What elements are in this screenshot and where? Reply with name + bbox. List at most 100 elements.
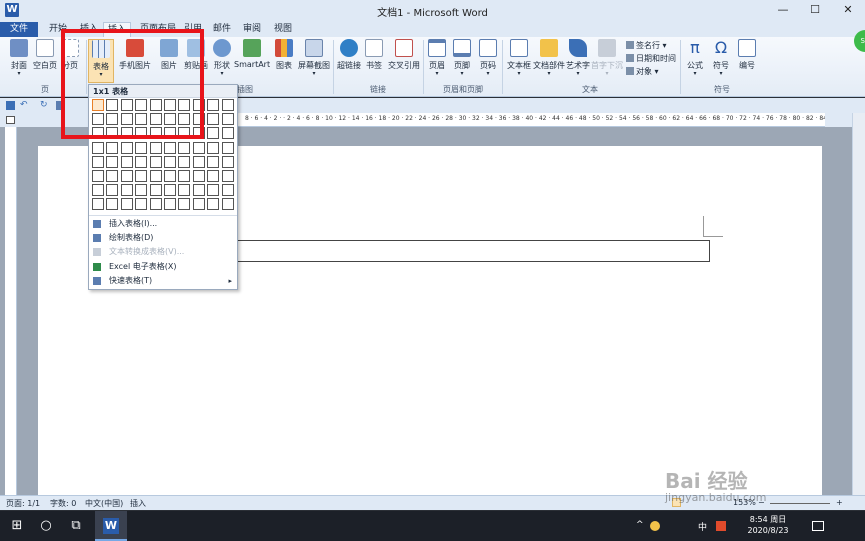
search-button[interactable]: ○ bbox=[34, 511, 58, 541]
table-grid-cell[interactable] bbox=[164, 141, 176, 154]
table-grid-cell[interactable] bbox=[106, 155, 119, 168]
table-grid-cell[interactable] bbox=[92, 113, 104, 126]
table-grid-cell[interactable] bbox=[106, 113, 119, 126]
wordart-button[interactable]: 艺术字 ▾ bbox=[565, 39, 591, 83]
table-grid-cell[interactable] bbox=[135, 113, 148, 126]
symbol-button[interactable]: Ω 符号 ▾ bbox=[710, 39, 732, 83]
save-icon[interactable] bbox=[6, 101, 15, 110]
object-button[interactable]: 对象 ▾ bbox=[626, 66, 659, 77]
inserted-table[interactable] bbox=[160, 240, 710, 262]
table-grid-cell[interactable] bbox=[207, 155, 220, 168]
table-grid-cell[interactable] bbox=[221, 141, 234, 154]
table-grid-cell[interactable] bbox=[221, 99, 234, 111]
screenshot-button[interactable]: 屏幕截图 ▾ bbox=[296, 39, 332, 83]
table-grid-cell[interactable] bbox=[120, 155, 133, 168]
table-grid-cell[interactable] bbox=[221, 170, 234, 182]
table-grid-cell[interactable] bbox=[178, 99, 191, 111]
footer-button[interactable]: 页脚 ▾ bbox=[451, 39, 473, 83]
table-grid-cell[interactable] bbox=[221, 127, 234, 140]
table-grid-cell[interactable] bbox=[164, 127, 176, 140]
table-grid-cell[interactable] bbox=[120, 99, 133, 111]
number-button[interactable]: 编号 bbox=[736, 39, 758, 83]
clipart-button[interactable]: 剪贴画 bbox=[182, 39, 210, 83]
blank-page-button[interactable]: 空白页 bbox=[32, 39, 58, 83]
page-count[interactable]: 页面: 1/1 bbox=[6, 498, 40, 509]
table-grid-cell[interactable] bbox=[149, 141, 162, 154]
table-grid-cell[interactable] bbox=[92, 127, 104, 140]
table-grid-cell[interactable] bbox=[178, 113, 191, 126]
table-grid-cell[interactable] bbox=[221, 184, 234, 197]
cover-page-button[interactable]: 封面 ▾ bbox=[6, 39, 32, 83]
table-grid-cell[interactable] bbox=[164, 170, 176, 182]
maximize-button[interactable]: ☐ bbox=[799, 0, 831, 21]
table-grid-cell[interactable] bbox=[192, 127, 205, 140]
table-grid-cell[interactable] bbox=[106, 127, 119, 140]
date-time-button[interactable]: 日期和时间 bbox=[626, 53, 676, 64]
tab-home[interactable]: 开始 bbox=[45, 22, 71, 37]
tab-review[interactable]: 审阅 bbox=[239, 22, 265, 37]
table-grid-cell[interactable] bbox=[164, 198, 176, 211]
table-grid-cell[interactable] bbox=[106, 170, 119, 182]
table-grid-cell[interactable] bbox=[92, 170, 104, 182]
shapes-button[interactable]: 形状 ▾ bbox=[210, 39, 234, 83]
table-grid-cell[interactable] bbox=[120, 170, 133, 182]
minimize-button[interactable]: — bbox=[767, 0, 799, 21]
page-break-button[interactable]: 分页 bbox=[58, 39, 82, 83]
table-grid-cell[interactable] bbox=[149, 155, 162, 168]
table-grid-cell[interactable] bbox=[92, 184, 104, 197]
table-grid-cell[interactable] bbox=[106, 198, 119, 211]
table-grid-cell[interactable] bbox=[106, 184, 119, 197]
ime-indicator[interactable]: 中 bbox=[698, 520, 707, 533]
clock[interactable]: 8:54 周日 2020/8/23 bbox=[743, 514, 793, 536]
excel-spreadsheet-menu-item[interactable]: Excel 电子表格(X) bbox=[89, 260, 237, 274]
table-grid-cell[interactable] bbox=[106, 99, 119, 111]
tab-page-layout[interactable]: 页面布局 bbox=[136, 22, 180, 37]
insert-table-menu-item[interactable]: 插入表格(I)... bbox=[89, 217, 237, 231]
table-grid-cell[interactable] bbox=[135, 198, 148, 211]
insert-mode[interactable]: 插入 bbox=[130, 498, 146, 509]
language-indicator[interactable]: 中文(中国) bbox=[85, 498, 123, 509]
table-grid-cell[interactable] bbox=[178, 127, 191, 140]
table-grid-cell[interactable] bbox=[149, 99, 162, 111]
phone-picture-button[interactable]: 手机图片 bbox=[118, 39, 152, 83]
table-grid-cell[interactable] bbox=[178, 155, 191, 168]
drop-cap-button[interactable]: 首字下沉 ▾ bbox=[591, 39, 623, 83]
tab-view[interactable]: 视图 bbox=[270, 22, 296, 37]
table-grid-cell[interactable] bbox=[149, 113, 162, 126]
table-grid-cell[interactable] bbox=[192, 184, 205, 197]
table-grid-cell[interactable] bbox=[135, 127, 148, 140]
table-grid-cell[interactable] bbox=[135, 99, 148, 111]
table-grid-cell[interactable] bbox=[221, 113, 234, 126]
textbox-button[interactable]: 文本框 ▾ bbox=[505, 39, 533, 83]
quick-tables-menu-item[interactable]: 快速表格(T) ▸ bbox=[89, 274, 237, 288]
table-grid-cell[interactable] bbox=[207, 113, 220, 126]
table-grid-cell[interactable] bbox=[135, 170, 148, 182]
task-view-button[interactable]: ⧉ bbox=[64, 511, 88, 541]
table-grid-cell[interactable] bbox=[192, 113, 205, 126]
table-grid-cell[interactable] bbox=[178, 170, 191, 182]
table-grid-cell[interactable] bbox=[135, 141, 148, 154]
table-grid-cell[interactable] bbox=[192, 155, 205, 168]
sogou-ime-icon[interactable] bbox=[716, 521, 726, 531]
table-button[interactable]: 表格 ▾ bbox=[88, 39, 114, 83]
hyperlink-button[interactable]: 超链接 bbox=[335, 39, 363, 83]
table-grid-cell[interactable] bbox=[164, 99, 176, 111]
table-grid-cell[interactable] bbox=[92, 141, 104, 154]
vertical-scrollbar[interactable] bbox=[852, 113, 865, 495]
draw-table-menu-item[interactable]: 绘制表格(D) bbox=[89, 231, 237, 245]
tab-file[interactable]: 文件 bbox=[0, 22, 38, 37]
start-button[interactable]: ⊞ bbox=[5, 511, 29, 541]
table-grid-cell[interactable] bbox=[207, 127, 220, 140]
tray-app-icon[interactable] bbox=[650, 521, 660, 531]
table-grid-cell[interactable] bbox=[221, 198, 234, 211]
table-grid-cell[interactable] bbox=[106, 141, 119, 154]
tab-insert[interactable]: 插入 bbox=[103, 22, 132, 37]
table-grid-cell[interactable] bbox=[149, 170, 162, 182]
table-grid-cell[interactable] bbox=[178, 184, 191, 197]
table-grid-cell[interactable] bbox=[207, 170, 220, 182]
print-preview-icon[interactable] bbox=[56, 101, 65, 110]
table-grid-cell[interactable] bbox=[207, 198, 220, 211]
tab-references[interactable]: 引用 bbox=[180, 22, 206, 37]
table-grid-cell[interactable] bbox=[120, 184, 133, 197]
table-grid-cell[interactable] bbox=[135, 184, 148, 197]
